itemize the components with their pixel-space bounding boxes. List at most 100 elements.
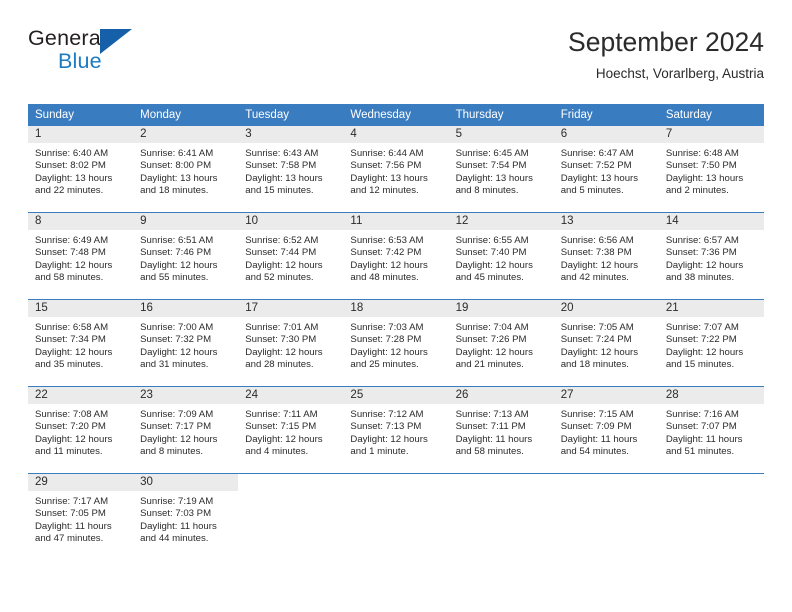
sunset-text: Sunset: 7:07 PM xyxy=(665,421,737,433)
calendar-cell xyxy=(553,473,659,558)
day-details: Sunrise: 6:44 AM Sunset: 7:56 PM Daylight:… xyxy=(343,143,448,198)
day-cell[interactable]: 7 Sunrise: 6:48 AM Sunset: 7:50 PM Daylight… xyxy=(658,126,764,212)
daylight-text-line2: and 47 minutes. xyxy=(35,533,104,545)
day-cell[interactable]: 22 Sunrise: 7:08 AM Sunset: 7:20 PM Dayligh… xyxy=(28,387,134,473)
day-cell[interactable]: 24 Sunrise: 7:11 AM Sunset: 7:15 PM Dayligh… xyxy=(238,387,344,473)
calendar-cell: 29 Sunrise: 7:17 AM Sunset: 7:05 PM Dayligh… xyxy=(28,473,134,558)
daylight-text-line1: Daylight: 13 hours xyxy=(245,172,323,184)
sunrise-text: Sunrise: 6:55 AM xyxy=(455,235,529,246)
calendar-week-row: 15 Sunrise: 6:58 AM Sunset: 7:34 PM Dayligh… xyxy=(28,299,764,387)
day-cell[interactable]: 19 Sunrise: 7:04 AM Sunset: 7:26 PM Dayligh… xyxy=(448,300,554,386)
day-number: 9 xyxy=(133,213,239,230)
daylight-text-line2: and 22 minutes. xyxy=(35,185,104,197)
day-cell[interactable]: 5 Sunrise: 6:45 AM Sunset: 7:54 PM Daylight… xyxy=(448,126,554,212)
day-cell[interactable]: 1 Sunrise: 6:40 AM Sunset: 8:02 PM Daylight… xyxy=(28,126,134,212)
day-cell[interactable]: 29 Sunrise: 7:17 AM Sunset: 7:05 PM Dayligh… xyxy=(28,474,134,558)
calendar-cell xyxy=(448,473,554,558)
day-cell[interactable]: 26 Sunrise: 7:13 AM Sunset: 7:11 PM Dayligh… xyxy=(448,387,554,473)
day-number: 6 xyxy=(553,126,659,143)
day-cell[interactable]: 20 Sunrise: 7:05 AM Sunset: 7:24 PM Dayligh… xyxy=(553,300,659,386)
calendar-cell: 2 Sunrise: 6:41 AM Sunset: 8:00 PM Daylight… xyxy=(133,126,239,213)
daylight-text-line2: and 1 minute. xyxy=(350,446,409,458)
daylight-text-line1: Daylight: 13 hours xyxy=(35,172,113,184)
calendar-cell xyxy=(238,473,344,558)
day-cell[interactable]: 30 Sunrise: 7:19 AM Sunset: 7:03 PM Dayligh… xyxy=(133,474,239,558)
calendar-week-row: 29 Sunrise: 7:17 AM Sunset: 7:05 PM Dayligh… xyxy=(28,473,764,558)
daylight-text-line2: and 38 minutes. xyxy=(665,272,735,284)
sunrise-text: Sunrise: 7:15 AM xyxy=(560,409,634,420)
daylight-text-line2: and 58 minutes. xyxy=(35,272,104,284)
day-number: 10 xyxy=(238,213,344,230)
daylight-text-line1: Daylight: 13 hours xyxy=(140,172,218,184)
day-cell[interactable]: 4 Sunrise: 6:44 AM Sunset: 7:56 PM Daylight… xyxy=(343,126,449,212)
weekday-header-monday: Monday xyxy=(133,104,239,126)
day-cell[interactable]: 2 Sunrise: 6:41 AM Sunset: 8:00 PM Daylight… xyxy=(133,126,239,212)
day-number: 16 xyxy=(133,300,239,317)
day-cell[interactable]: 28 Sunrise: 7:16 AM Sunset: 7:07 PM Dayligh… xyxy=(658,387,764,473)
sunrise-text: Sunrise: 6:43 AM xyxy=(245,148,319,159)
sunrise-text: Sunrise: 7:04 AM xyxy=(455,322,529,333)
day-details: Sunrise: 6:57 AM Sunset: 7:36 PM Daylight:… xyxy=(659,230,764,285)
day-cell[interactable]: 23 Sunrise: 7:09 AM Sunset: 7:17 PM Dayligh… xyxy=(133,387,239,473)
day-cell[interactable]: 15 Sunrise: 6:58 AM Sunset: 7:34 PM Dayligh… xyxy=(28,300,134,386)
calendar-cell: 6 Sunrise: 6:47 AM Sunset: 7:52 PM Daylight… xyxy=(553,126,659,213)
calendar-cell: 10 Sunrise: 6:52 AM Sunset: 7:44 PM Dayligh… xyxy=(238,212,344,300)
day-number: 1 xyxy=(28,126,134,143)
day-cell[interactable]: 6 Sunrise: 6:47 AM Sunset: 7:52 PM Daylight… xyxy=(553,126,659,212)
day-number xyxy=(343,474,449,491)
sunset-text: Sunset: 7:22 PM xyxy=(665,334,737,346)
day-number: 28 xyxy=(658,387,764,404)
daylight-text-line2: and 2 minutes. xyxy=(665,185,729,197)
day-cell[interactable]: 27 Sunrise: 7:15 AM Sunset: 7:09 PM Dayligh… xyxy=(553,387,659,473)
calendar-cell: 17 Sunrise: 7:01 AM Sunset: 7:30 PM Dayligh… xyxy=(238,299,344,387)
calendar-cell xyxy=(658,473,764,558)
calendar-cell: 8 Sunrise: 6:49 AM Sunset: 7:48 PM Daylight… xyxy=(28,212,134,300)
day-cell[interactable]: 12 Sunrise: 6:55 AM Sunset: 7:40 PM Dayligh… xyxy=(448,213,554,299)
day-cell[interactable]: 18 Sunrise: 7:03 AM Sunset: 7:28 PM Dayligh… xyxy=(343,300,449,386)
sunrise-text: Sunrise: 6:47 AM xyxy=(560,148,634,159)
daylight-text-line2: and 21 minutes. xyxy=(455,359,524,371)
daylight-text-line2: and 54 minutes. xyxy=(560,446,629,458)
day-cell[interactable]: 25 Sunrise: 7:12 AM Sunset: 7:13 PM Dayligh… xyxy=(343,387,449,473)
brand-logo[interactable]: General Blue xyxy=(28,26,258,88)
sunset-text: Sunset: 7:34 PM xyxy=(35,334,106,346)
day-details: Sunrise: 6:49 AM Sunset: 7:48 PM Daylight:… xyxy=(28,230,133,285)
day-number xyxy=(658,474,764,491)
day-details: Sunrise: 6:51 AM Sunset: 7:46 PM Daylight:… xyxy=(133,230,238,285)
daylight-text-line1: Daylight: 12 hours xyxy=(35,346,113,358)
sunset-text: Sunset: 7:15 PM xyxy=(245,421,317,433)
day-cell[interactable]: 14 Sunrise: 6:57 AM Sunset: 7:36 PM Dayligh… xyxy=(658,213,764,299)
day-number: 18 xyxy=(343,300,449,317)
daylight-text-line2: and 55 minutes. xyxy=(140,272,209,284)
calendar-cell: 22 Sunrise: 7:08 AM Sunset: 7:20 PM Dayligh… xyxy=(28,386,134,474)
sunrise-text: Sunrise: 6:52 AM xyxy=(245,235,319,246)
day-cell[interactable]: 8 Sunrise: 6:49 AM Sunset: 7:48 PM Daylight… xyxy=(28,213,134,299)
day-number: 25 xyxy=(343,387,449,404)
sunrise-text: Sunrise: 7:01 AM xyxy=(245,322,319,333)
daylight-text-line1: Daylight: 11 hours xyxy=(665,433,743,445)
daylight-text-line1: Daylight: 12 hours xyxy=(665,346,744,358)
day-cell[interactable]: 13 Sunrise: 6:56 AM Sunset: 7:38 PM Dayligh… xyxy=(553,213,659,299)
daylight-text-line2: and 18 minutes. xyxy=(140,185,209,197)
sunrise-text: Sunrise: 6:51 AM xyxy=(140,235,214,246)
calendar-cell: 14 Sunrise: 6:57 AM Sunset: 7:36 PM Dayligh… xyxy=(658,212,764,300)
daylight-text-line2: and 18 minutes. xyxy=(560,359,629,371)
day-cell[interactable]: 11 Sunrise: 6:53 AM Sunset: 7:42 PM Dayligh… xyxy=(343,213,449,299)
day-cell[interactable]: 3 Sunrise: 6:43 AM Sunset: 7:58 PM Daylight… xyxy=(238,126,344,212)
sunrise-text: Sunrise: 7:11 AM xyxy=(245,409,318,420)
brand-name-general: General xyxy=(28,26,106,50)
day-details: Sunrise: 7:17 AM Sunset: 7:05 PM Daylight:… xyxy=(28,491,133,546)
sunset-text: Sunset: 7:36 PM xyxy=(665,247,737,259)
day-details: Sunrise: 6:48 AM Sunset: 7:50 PM Daylight:… xyxy=(659,143,764,198)
day-cell[interactable]: 9 Sunrise: 6:51 AM Sunset: 7:46 PM Daylight… xyxy=(133,213,239,299)
day-details: Sunrise: 7:04 AM Sunset: 7:26 PM Daylight:… xyxy=(449,317,554,372)
day-cell[interactable]: 21 Sunrise: 7:07 AM Sunset: 7:22 PM Dayligh… xyxy=(658,300,764,386)
daylight-text-line2: and 58 minutes. xyxy=(455,446,524,458)
day-cell[interactable]: 10 Sunrise: 6:52 AM Sunset: 7:44 PM Dayligh… xyxy=(238,213,344,299)
day-cell[interactable]: 17 Sunrise: 7:01 AM Sunset: 7:30 PM Dayligh… xyxy=(238,300,344,386)
daylight-text-line2: and 15 minutes. xyxy=(245,185,314,197)
day-details: Sunrise: 7:05 AM Sunset: 7:24 PM Daylight:… xyxy=(554,317,659,372)
day-cell[interactable]: 16 Sunrise: 7:00 AM Sunset: 7:32 PM Dayligh… xyxy=(133,300,239,386)
sunset-text: Sunset: 7:13 PM xyxy=(350,421,422,433)
sunset-text: Sunset: 7:11 PM xyxy=(455,421,526,433)
